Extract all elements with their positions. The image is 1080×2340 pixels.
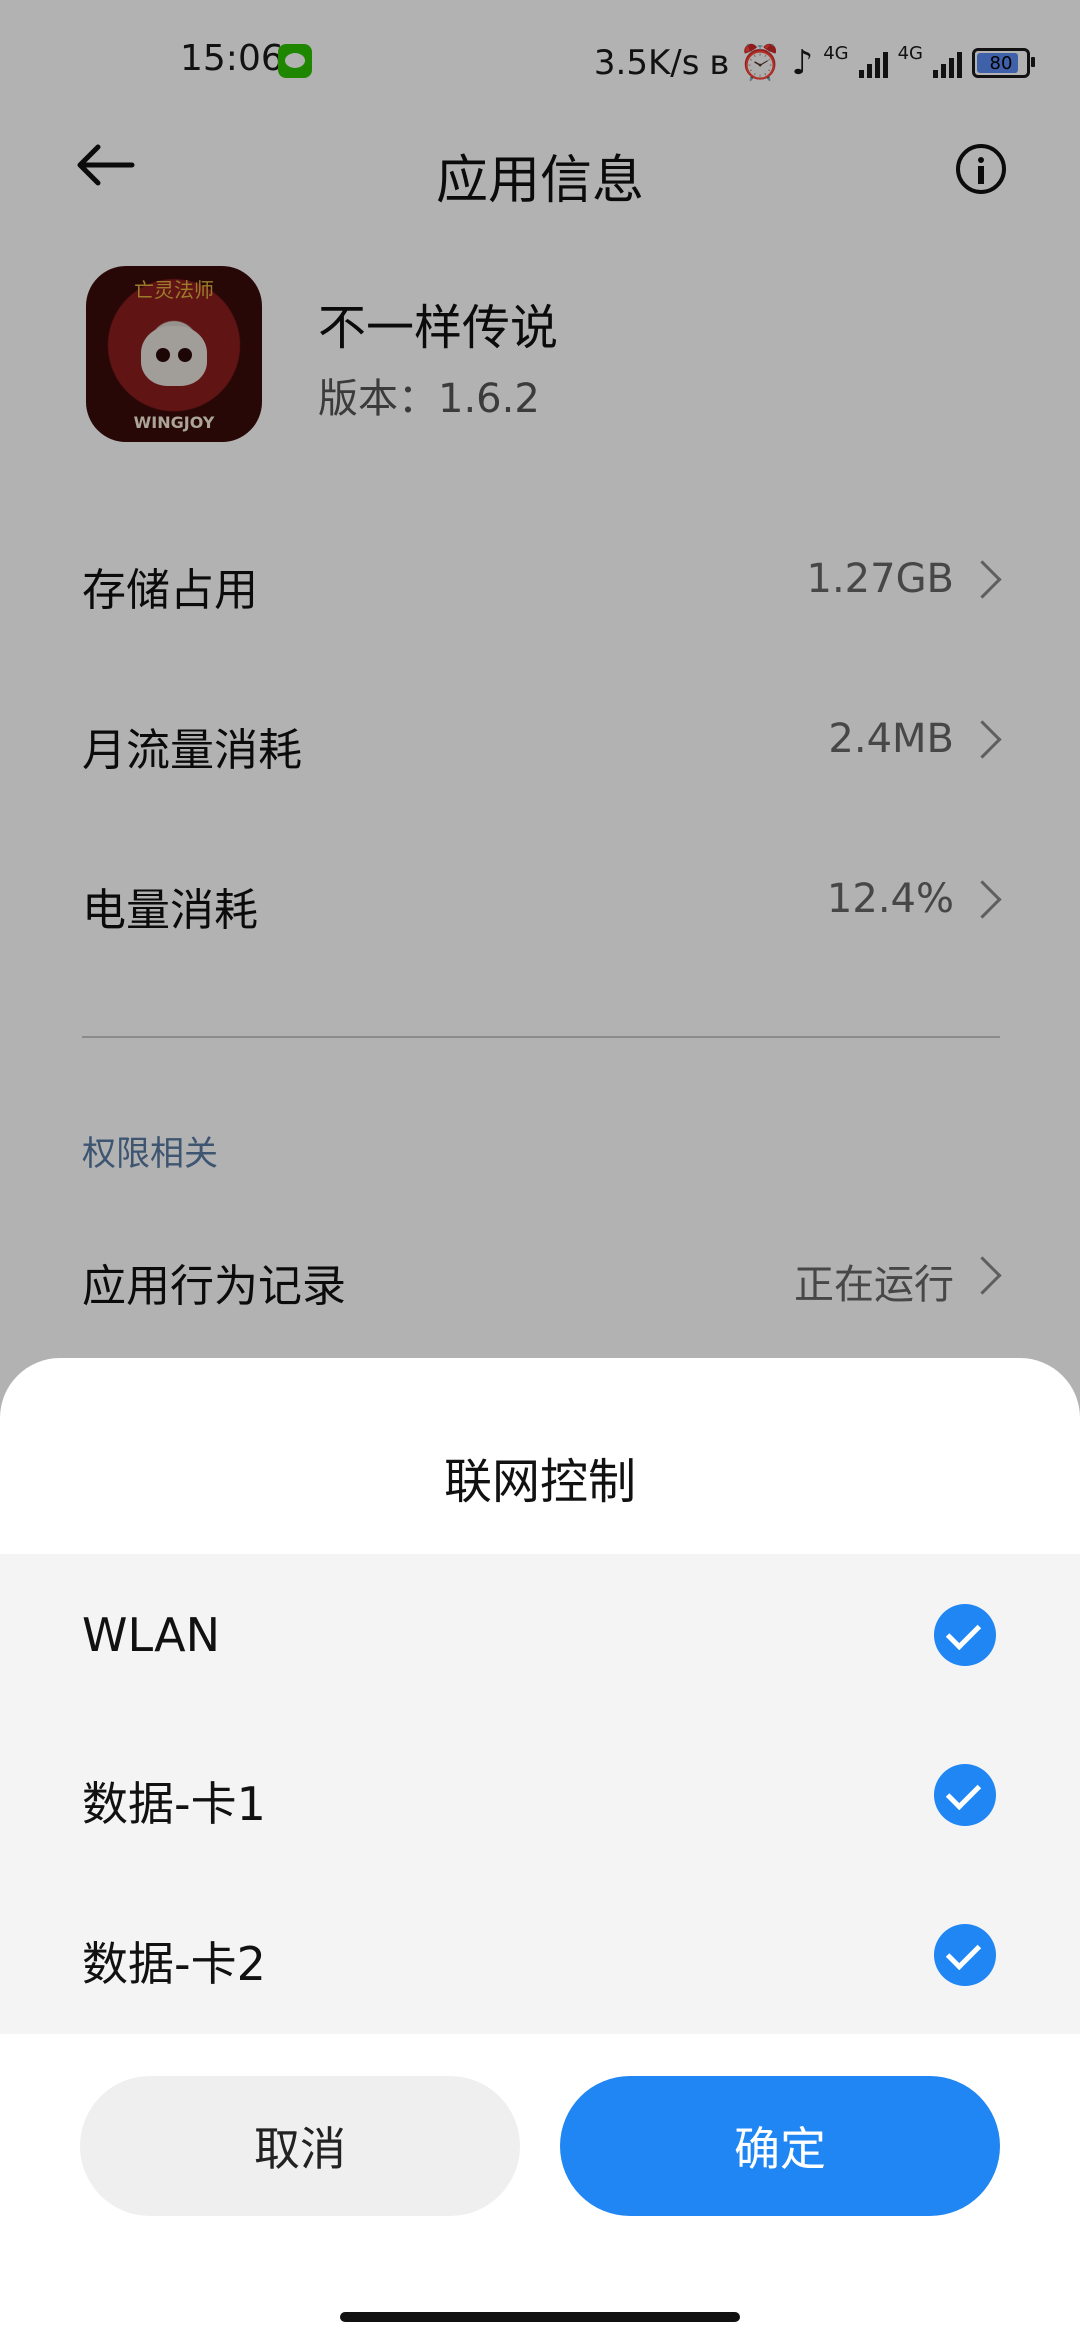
option-label: 数据-卡2 [82,1937,266,1991]
confirm-button[interactable]: 确定 [560,2076,1000,2216]
check-circle-icon[interactable] [934,1764,996,1826]
option-sim2-data[interactable]: 数据-卡2 [0,1874,1080,2034]
network-control-dialog: 联网控制 WLAN 数据-卡1 数据-卡2 取消 确定 [0,1358,1080,2340]
checkmark-icon [945,1614,982,1651]
check-circle-icon[interactable] [934,1604,996,1666]
option-sim1-data[interactable]: 数据-卡1 [0,1714,1080,1874]
option-label: 数据-卡1 [82,1777,266,1831]
home-indicator[interactable] [340,2312,740,2322]
option-wlan[interactable]: WLAN [0,1554,1080,1714]
checkmark-icon [945,1774,982,1811]
checkmark-icon [945,1934,982,1971]
dialog-title: 联网控制 [443,1454,636,1510]
option-label: WLAN [82,1608,221,1662]
cancel-button[interactable]: 取消 [80,2076,520,2216]
network-option-list: WLAN 数据-卡1 数据-卡2 [0,1554,1080,2034]
check-circle-icon[interactable] [934,1924,996,1986]
